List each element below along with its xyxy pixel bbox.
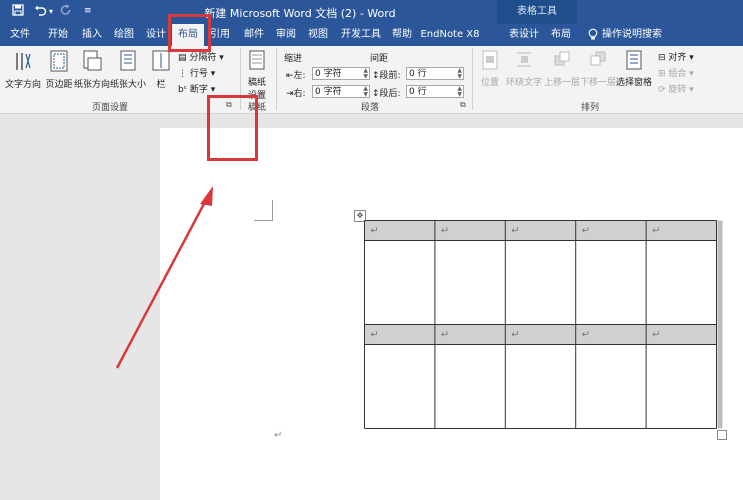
annotation-box-launcher xyxy=(207,95,258,161)
annotation-box-layout-tab xyxy=(168,14,211,52)
annotation-overlay xyxy=(115,186,213,369)
annotation-arrow xyxy=(115,199,208,369)
annotation-arrow-head xyxy=(200,186,213,206)
